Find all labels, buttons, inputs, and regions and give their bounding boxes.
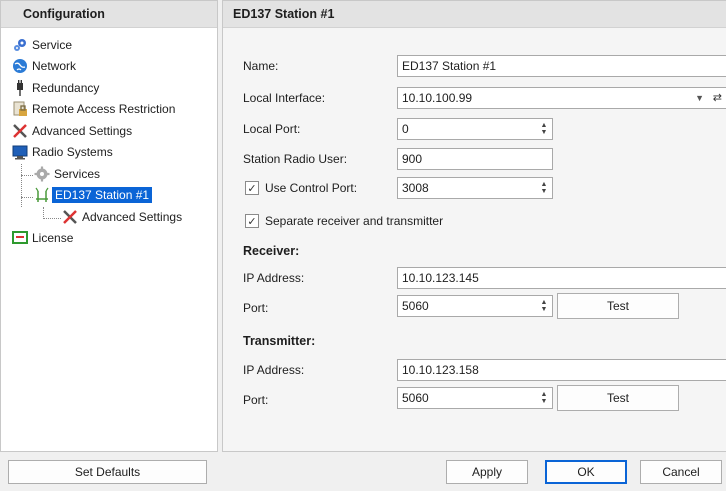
spin-buttons[interactable]: ▲ ▼ [536,388,552,408]
name-label: Name: [243,59,279,73]
local-interface-row: Local Interface: 10.10.100.99 ▼ ⇄ [223,87,726,109]
transmitter-ip-label: IP Address: [243,363,305,377]
ok-button[interactable]: OK [545,460,627,484]
monitor-icon [11,144,29,160]
detail-panel: ED137 Station #1 Name: ED137 Station #1 … [222,0,726,452]
spin-buttons[interactable]: ▲ ▼ [536,296,552,316]
tree-item-network[interactable]: Network [1,56,217,78]
local-interface-label: Local Interface: [243,91,326,105]
tree-item-label: License [32,231,74,246]
tree-item-station-advanced-settings[interactable]: Advanced Settings [1,206,217,228]
transmitter-port-value: 5060 [402,391,429,405]
name-input[interactable]: ED137 Station #1 [397,55,726,77]
tree-item-advanced-settings[interactable]: Advanced Settings [1,120,217,142]
gears-icon [11,37,29,53]
tree-item-label: ED137 Station #1 [52,187,153,204]
tree-item-services[interactable]: Services [1,163,217,185]
tree-item-service[interactable]: Service [1,34,217,56]
separate-row: ✓ Separate receiver and transmitter [223,210,726,232]
tools-icon [61,209,79,225]
transmitter-ip-row: IP Address: 10.10.123.158 [223,359,726,381]
use-control-port-label: Use Control Port: [265,181,358,195]
use-control-port-checkbox[interactable]: ✓ [245,181,259,195]
receiver-ip-row: IP Address: 10.10.123.145 [223,267,726,289]
tree-item-redundancy[interactable]: Redundancy [1,77,217,99]
chevron-down-icon[interactable]: ▼ [695,88,704,108]
tree-item-radio-systems[interactable]: Radio Systems [1,142,217,164]
cancel-button[interactable]: Cancel [640,460,722,484]
tree-item-label: Remote Access Restriction [32,102,176,117]
tree-item-label: Service [32,37,73,52]
license-icon [11,230,29,246]
tree-item-label: Radio Systems [32,145,113,160]
spin-buttons[interactable]: ▲ ▼ [536,178,552,198]
tree-item-label: Network [32,59,77,74]
radio-antenna-icon [33,187,51,203]
local-interface-value: 10.10.100.99 [402,91,473,105]
receiver-ip-input[interactable]: 10.10.123.145 [397,267,726,289]
navigation-header: Configuration [1,1,217,28]
receiver-port-value: 5060 [402,299,429,313]
tree-item-license[interactable]: License [1,228,217,250]
separate-checkbox[interactable]: ✓ [245,214,259,228]
receiver-port-label: Port: [243,301,269,315]
transmitter-port-label: Port: [243,393,269,407]
spin-buttons[interactable]: ▲ ▼ [536,119,552,139]
local-port-value: 0 [402,122,409,136]
control-port-value: 3008 [402,181,429,195]
station-radio-user-row: Station Radio User: 900 [223,148,726,170]
receiver-port-stepper[interactable]: 5060 ▲ ▼ [397,295,553,317]
station-radio-user-label: Station Radio User: [243,152,348,166]
detail-header: ED137 Station #1 [223,1,726,28]
use-control-port-row: ✓ Use Control Port: 3008 ▲ ▼ [223,177,726,199]
set-defaults-button[interactable]: Set Defaults [8,460,207,484]
apply-button[interactable]: Apply [446,460,528,484]
gear-icon [33,166,51,182]
transmitter-test-button[interactable]: Test [557,385,679,411]
receiver-title: Receiver: [243,244,300,258]
lock-document-icon [11,101,29,117]
local-port-label: Local Port: [243,122,301,136]
navigation-tree: Service Network Redundancy Remote Access… [1,28,217,249]
local-interface-select[interactable]: 10.10.100.99 ▼ ⇄ [397,87,726,109]
transmitter-port-row: Port: 5060 ▲ ▼ Test [223,385,726,411]
tree-item-label: Services [54,166,101,181]
local-port-row: Local Port: 0 ▲ ▼ [223,118,726,140]
receiver-ip-label: IP Address: [243,271,305,285]
refresh-icon[interactable]: ⇄ [713,88,722,108]
separate-label: Separate receiver and transmitter [265,214,444,228]
footer-bar: Set Defaults Apply OK Cancel [0,452,726,491]
plug-icon [11,79,29,96]
tree-item-remote-access-restriction[interactable]: Remote Access Restriction [1,99,217,121]
control-port-stepper[interactable]: 3008 ▲ ▼ [397,177,553,199]
tree-item-label: Advanced Settings [82,209,183,224]
tools-icon [11,123,29,139]
navigation-panel: Configuration Service Network Redundancy [0,0,218,452]
local-port-stepper[interactable]: 0 ▲ ▼ [397,118,553,140]
receiver-test-button[interactable]: Test [557,293,679,319]
station-radio-user-input[interactable]: 900 [397,148,553,170]
tree-item-label: Advanced Settings [32,123,133,138]
tree-item-ed137-station[interactable]: ED137 Station #1 [1,185,217,207]
transmitter-port-stepper[interactable]: 5060 ▲ ▼ [397,387,553,409]
receiver-port-row: Port: 5060 ▲ ▼ Test [223,293,726,319]
transmitter-title: Transmitter: [243,334,316,348]
name-row: Name: ED137 Station #1 [223,55,726,77]
transmitter-ip-input[interactable]: 10.10.123.158 [397,359,726,381]
tree-item-label: Redundancy [32,80,100,95]
globe-icon [11,58,29,74]
